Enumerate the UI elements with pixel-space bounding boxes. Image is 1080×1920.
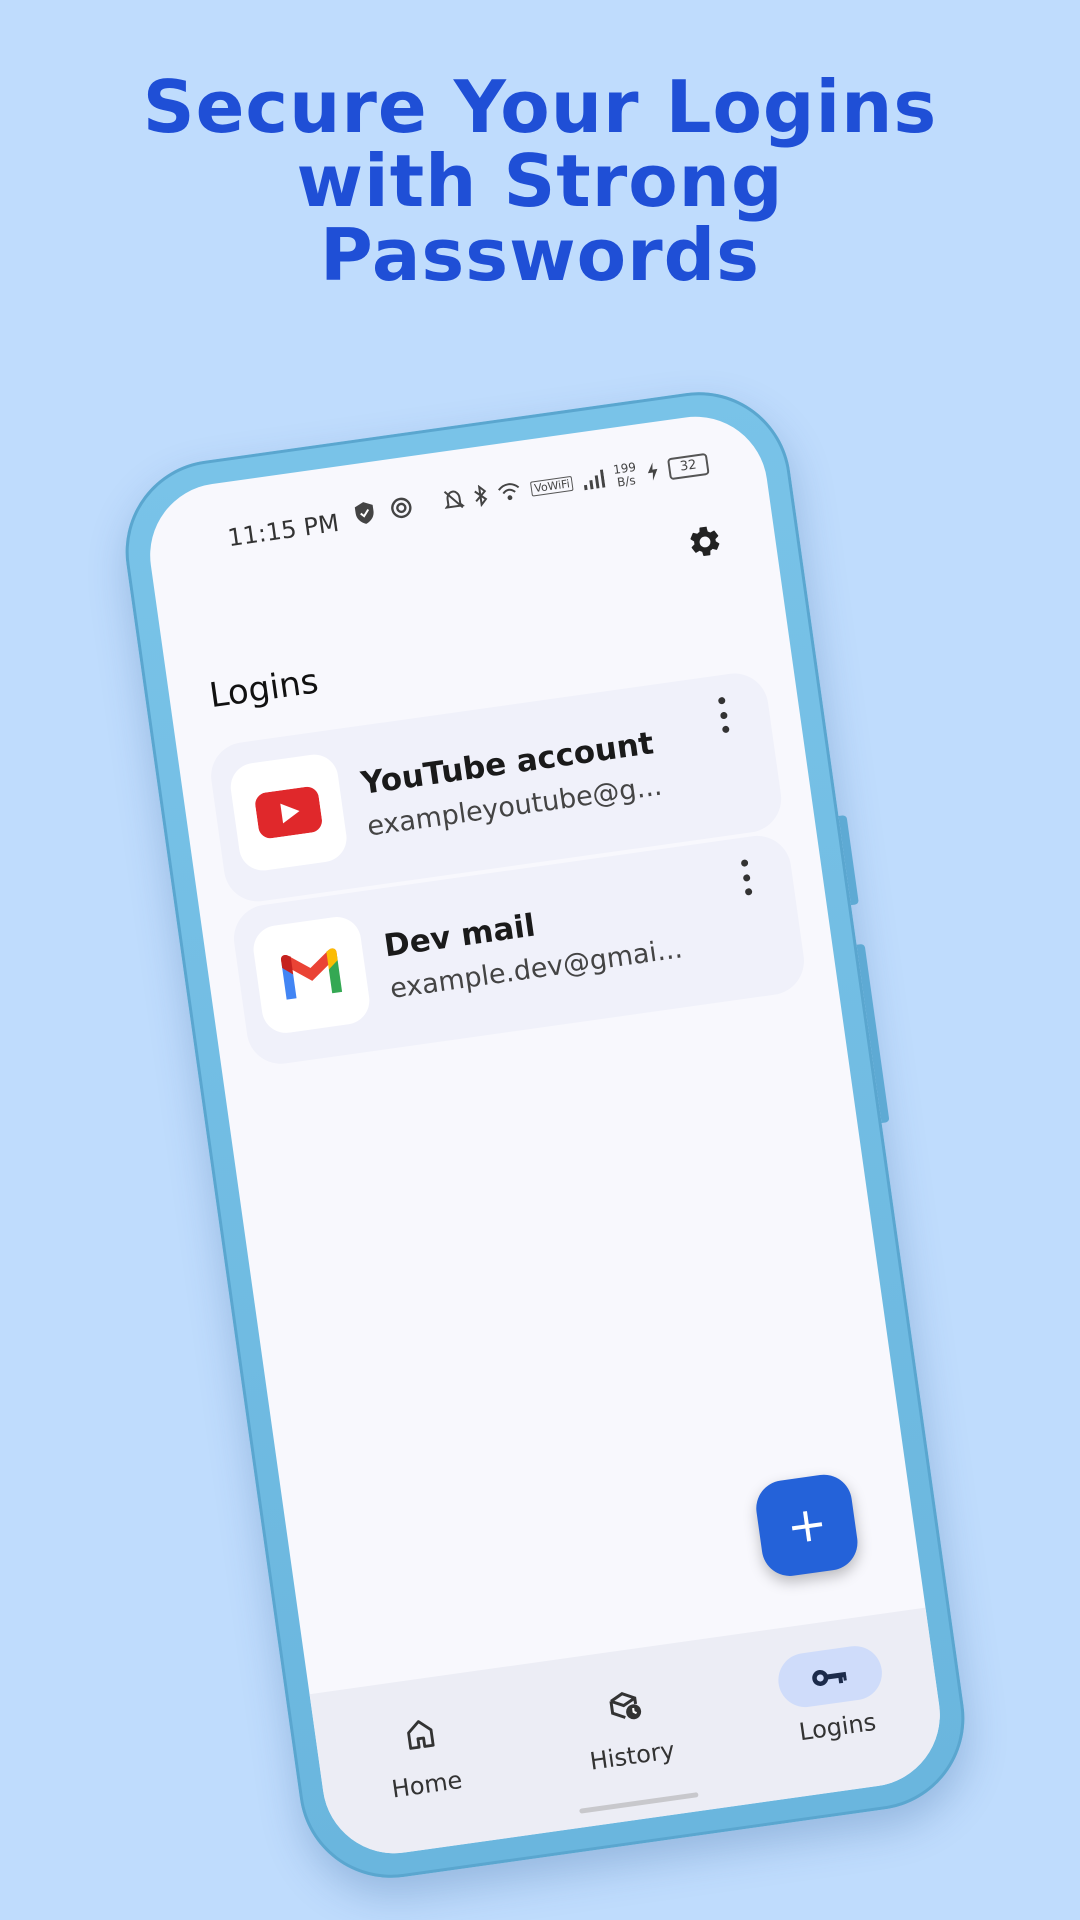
headline-line-2: with Strong — [296, 139, 784, 223]
signal-icon — [584, 469, 606, 491]
home-icon — [406, 1720, 435, 1750]
wifi-icon — [498, 483, 520, 501]
home-indicator[interactable] — [579, 1792, 699, 1814]
status-right-icons: VoWiFi 199 B/s 32 — [442, 451, 710, 514]
more-dot — [717, 696, 726, 705]
more-dot — [719, 711, 728, 720]
phone-frame: 11:15 PM VoWiFi 199 B/s 32 Logins YouTub… — [113, 380, 977, 1890]
nav-item-home[interactable]: Home — [337, 1696, 508, 1809]
nav-item-history[interactable]: History — [542, 1668, 713, 1781]
gear-icon — [690, 526, 720, 557]
status-bar: 11:15 PM VoWiFi 199 B/s 32 — [141, 407, 770, 589]
nav-pill-active — [775, 1642, 886, 1711]
more-dot — [744, 887, 753, 896]
status-time: 11:15 PM — [225, 508, 341, 553]
bottom-navigation: Home History Logins — [309, 1607, 950, 1863]
nav-pill — [570, 1671, 681, 1739]
shield-icon — [354, 502, 374, 524]
phone-screen: 11:15 PM VoWiFi 199 B/s 32 Logins YouTub… — [140, 407, 950, 1863]
more-dot — [721, 725, 730, 734]
battery-indicator: 32 — [667, 452, 710, 481]
nav-item-logins[interactable]: Logins — [747, 1639, 918, 1752]
volume-button — [838, 814, 859, 906]
headline-line-3: Passwords — [319, 213, 760, 297]
key-icon — [812, 1669, 848, 1686]
more-options-button[interactable] — [731, 854, 761, 901]
logins-list: YouTube account exampleyoutube@g... Dev … — [206, 669, 809, 1072]
status-left-icons — [352, 494, 415, 526]
vowifi-badge: VoWiFi — [530, 475, 574, 497]
page-title: Logins — [206, 661, 321, 717]
login-logo-youtube — [227, 751, 350, 874]
bluetooth-icon — [474, 484, 488, 508]
headline: Secure Your Logins with Strong Passwords — [0, 70, 1080, 292]
more-options-button[interactable] — [708, 692, 738, 739]
headline-line-1: Secure Your Logins — [142, 65, 938, 149]
network-speed-unit: B/s — [616, 473, 637, 490]
add-login-button[interactable]: + — [752, 1471, 862, 1580]
nav-label: History — [588, 1736, 677, 1776]
mute-bell-icon — [444, 490, 466, 509]
network-speed: 199 B/s — [612, 460, 638, 490]
sync-icon — [391, 497, 412, 519]
charging-icon — [647, 462, 658, 481]
settings-button[interactable] — [682, 519, 727, 564]
youtube-icon — [255, 786, 322, 839]
gmail-icon — [281, 948, 343, 1000]
nav-pill — [365, 1700, 476, 1768]
nav-label: Home — [389, 1765, 464, 1804]
more-dot — [740, 859, 749, 868]
login-logo-gmail — [250, 913, 373, 1036]
power-button — [856, 943, 890, 1124]
nav-label: Logins — [797, 1707, 878, 1747]
more-dot — [742, 873, 751, 882]
history-icon — [609, 1692, 642, 1720]
